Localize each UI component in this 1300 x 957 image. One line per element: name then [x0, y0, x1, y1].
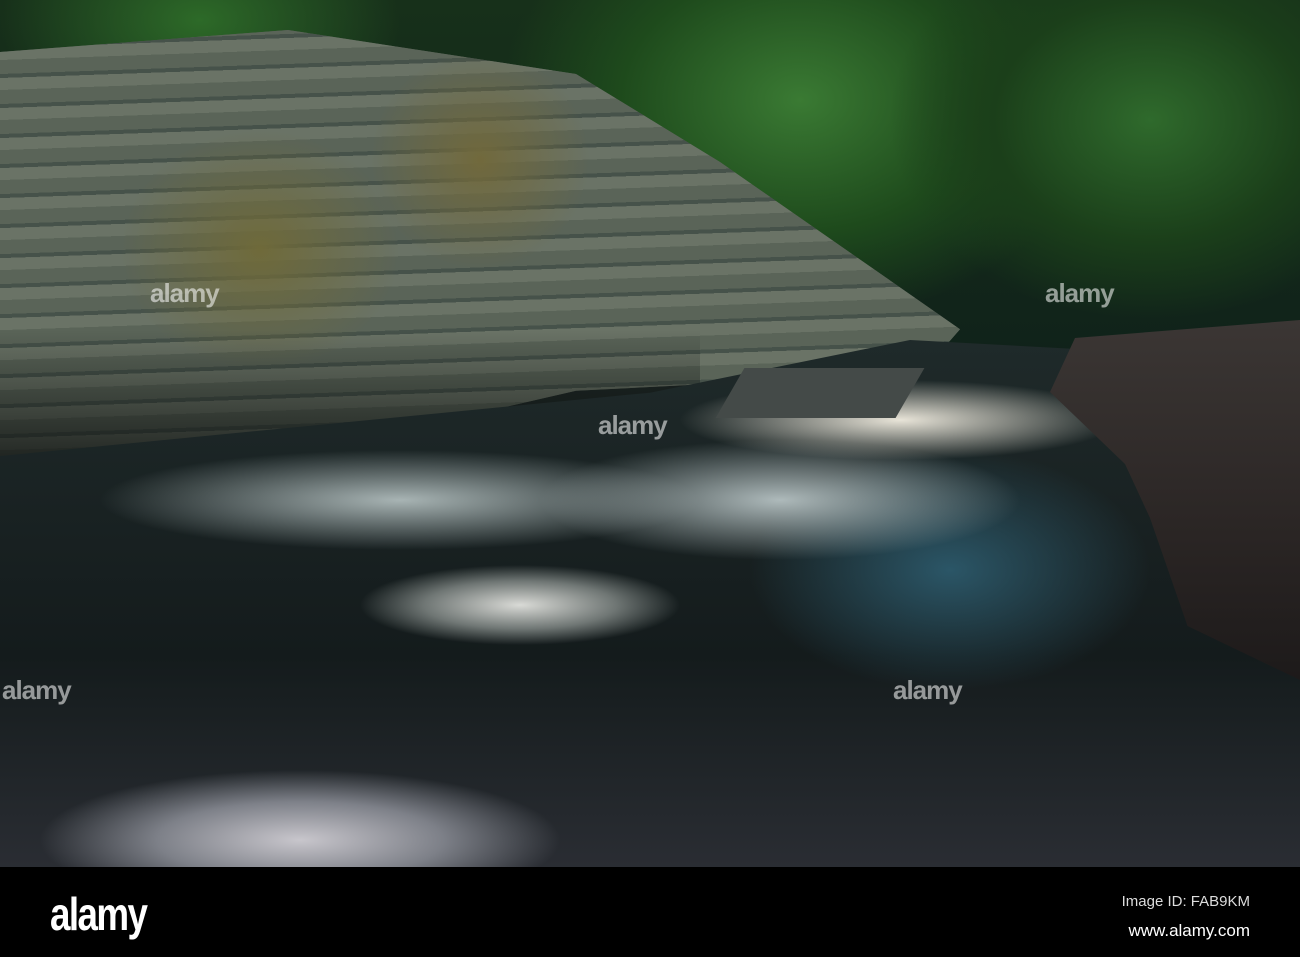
river-gorge-photo: alamy alamy alamy alamy alamy [0, 0, 1300, 867]
watermark: alamy [2, 675, 72, 705]
watermark: alamy [150, 278, 220, 308]
image-id: Image ID: FAB9KM [1121, 893, 1250, 910]
website-link[interactable]: www.alamy.com [1128, 921, 1250, 941]
watermark: alamy [1045, 278, 1115, 308]
watermark: alamy [893, 675, 963, 705]
watermark: alamy [598, 410, 668, 440]
rock-slab [715, 368, 925, 418]
footer-bar: alamy Image ID: FAB9KM www.alamy.com [0, 867, 1300, 957]
alamy-logo: alamy [50, 888, 148, 940]
stock-photo-page: alamy alamy alamy alamy alamy alamy Imag… [0, 0, 1300, 957]
